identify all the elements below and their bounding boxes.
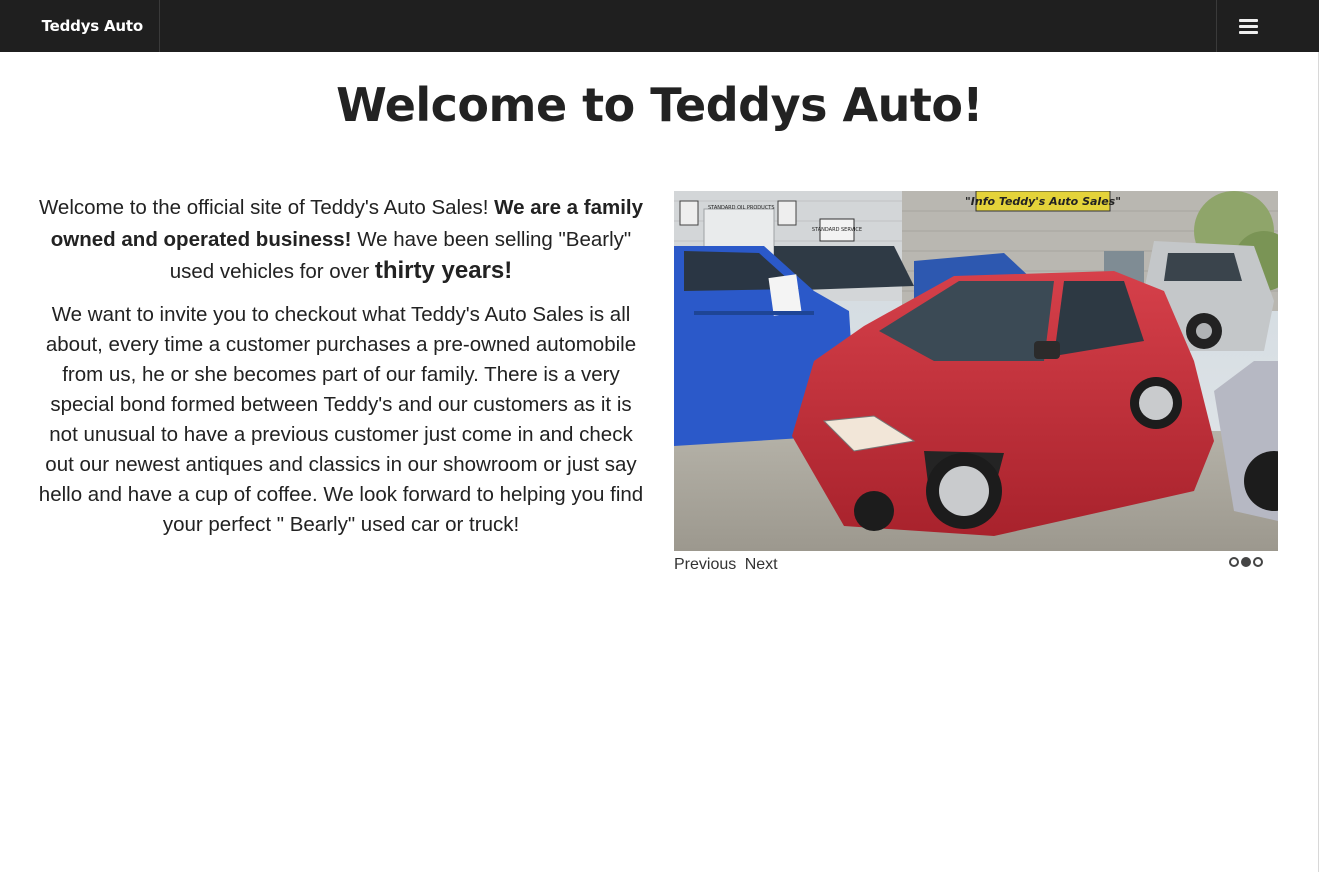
slider-previous-button[interactable]: Previous [674, 556, 736, 573]
shop-sign-text: "Info Teddy's Auto Sales" [965, 195, 1121, 208]
slide-image-car-lot: STANDARD OIL PRODUCTS STANDARD SERVICE "… [674, 191, 1278, 551]
slider-dot-3[interactable] [1253, 557, 1263, 567]
menu-bar-bottom [1239, 31, 1258, 34]
slider-dot-1[interactable] [1229, 557, 1239, 567]
site-brand-link[interactable]: Teddys Auto [0, 0, 160, 52]
slider-pagination [1229, 557, 1265, 575]
image-slider[interactable]: STANDARD OIL PRODUCTS STANDARD SERVICE "… [674, 191, 1278, 551]
building-sign-standard-oil: STANDARD OIL PRODUCTS [708, 205, 775, 211]
intro-text: Welcome to the official site of Teddy's … [36, 192, 646, 540]
top-navigation-bar: Teddys Auto [0, 0, 1319, 52]
slider-next-button[interactable]: Next [745, 556, 778, 573]
intro-thirty-years: thirty years! [374, 257, 513, 284]
slider-dot-2[interactable] [1241, 557, 1251, 567]
slider-controls: Previous Next [674, 556, 782, 574]
menu-bar-middle [1239, 25, 1258, 28]
intro-text-part-1: Welcome to the official site of Teddy's … [38, 196, 495, 219]
menu-bar-top [1239, 19, 1258, 22]
page-title: Welcome to Teddys Auto! [336, 78, 983, 132]
intro-paragraph-2: We want to invite you to checkout what T… [38, 302, 644, 536]
hamburger-menu-icon[interactable] [1216, 0, 1276, 52]
building-sign-standard-service: STANDARD SERVICE [812, 227, 862, 233]
intro-paragraph-1: Welcome to the official site of Teddy's … [36, 192, 646, 288]
